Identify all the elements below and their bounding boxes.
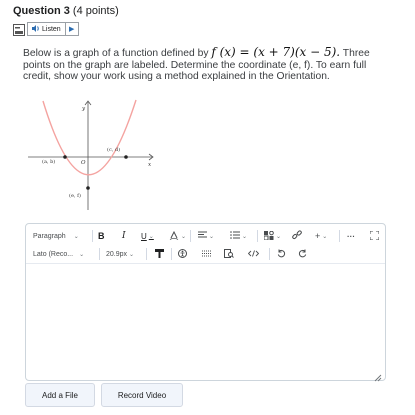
accessibility-checker-button[interactable] (178, 248, 187, 260)
insert-link-button[interactable] (292, 230, 302, 242)
align-left-icon (198, 231, 207, 241)
text-color-button[interactable]: ⌄ (169, 230, 187, 242)
listen-button[interactable]: Listen (28, 23, 66, 35)
bullet-list-icon (230, 231, 240, 241)
function-formula: f (x) = (x + 7)(x − 5). (211, 45, 341, 59)
emoji-button[interactable] (202, 250, 212, 259)
point-ef-label: (e, f) (69, 192, 81, 199)
toolbar-separator (339, 230, 340, 242)
underline-label: U (141, 231, 147, 241)
point-ef (86, 186, 90, 190)
add-file-label: Add a File (41, 390, 79, 400)
paragraph-format-label: Paragraph (33, 232, 66, 240)
toolbar-separator (257, 230, 258, 242)
speaker-icon (32, 24, 40, 34)
editor-toolbar-row-2: Lato (Reco... ⌄ 20.9px ⌄ (26, 245, 385, 263)
point-ab (63, 155, 67, 159)
font-family-label: Lato (Reco... (33, 250, 74, 258)
listen-label: Listen (42, 25, 61, 33)
play-button[interactable]: ▶ (66, 23, 78, 35)
point-ab-label: (a, b) (42, 158, 55, 165)
add-file-button[interactable]: Add a File (25, 383, 95, 407)
italic-button[interactable]: I (122, 231, 126, 241)
preview-icon (224, 248, 234, 260)
underline-button[interactable]: U ⌄ (141, 232, 154, 241)
parabola-curve (42, 99, 137, 176)
question-number: Question 3 (13, 5, 70, 17)
question-points: (4 points) (72, 5, 119, 17)
bold-button[interactable]: B (98, 231, 105, 241)
code-icon (247, 249, 260, 259)
toolbar-separator (92, 230, 93, 242)
toolbar-divider (26, 263, 385, 264)
prompt-intro: Below is a graph of a function defined b… (23, 48, 212, 59)
undo-icon (277, 249, 286, 260)
toolbar-separator (146, 248, 147, 260)
resize-handle-icon[interactable] (374, 369, 382, 382)
point-cd (124, 155, 128, 159)
play-icon: ▶ (68, 26, 75, 33)
question-prompt: Below is a graph of a function defined b… (23, 45, 393, 83)
add-label: + (315, 231, 321, 241)
editor-toolbar-row-1: Paragraph ⌄ B I U ⌄ ⌄ ⌄ ⌄ ⌄ + ⌄ ··· (26, 227, 385, 245)
y-axis-label: y (81, 106, 86, 112)
insert-stuff-icon (263, 230, 274, 242)
more-label: ··· (347, 231, 355, 241)
undo-button[interactable] (277, 249, 286, 260)
listen-toolbar: Listen ▶ (13, 22, 79, 36)
insert-stuff-button[interactable]: ⌄ (263, 230, 282, 242)
record-video-button[interactable]: Record Video (101, 383, 183, 407)
format-painter-button[interactable] (155, 248, 164, 260)
redo-icon (298, 249, 307, 260)
chevron-down-icon: ⌄ (322, 233, 328, 240)
preview-button[interactable] (224, 248, 234, 260)
source-code-button[interactable] (247, 249, 260, 259)
font-size-label: 20.9px (106, 250, 128, 258)
insert-button[interactable]: + ⌄ (315, 231, 327, 241)
chevron-down-icon: ⌄ (209, 233, 215, 240)
function-graph: y x O (c, d) (a, b) (e, f) (28, 99, 154, 210)
font-family-select[interactable]: Lato (Reco... ⌄ (33, 251, 84, 258)
fullscreen-button[interactable] (369, 230, 380, 242)
paint-format-icon (155, 248, 164, 260)
rich-text-editor: Paragraph ⌄ B I U ⌄ ⌄ ⌄ ⌄ ⌄ + ⌄ ··· Lato… (25, 223, 386, 382)
chevron-down-icon: ⌄ (276, 233, 282, 240)
editor-content-area[interactable] (32, 268, 379, 366)
chevron-down-icon: ⌄ (73, 233, 79, 240)
expand-icon (369, 230, 380, 242)
x-axis-label: x (148, 162, 152, 168)
italic-label: I (122, 231, 126, 241)
keyboard-icon (202, 250, 212, 259)
chevron-down-icon: ⌄ (242, 233, 248, 240)
link-icon (292, 230, 302, 242)
bold-label: B (98, 231, 105, 241)
list-button[interactable]: ⌄ (230, 231, 247, 241)
font-size-select[interactable]: 20.9px ⌄ (106, 251, 134, 258)
chevron-down-icon: ⌄ (148, 233, 154, 240)
origin-label: O (81, 160, 86, 166)
more-actions-button[interactable]: ··· (347, 232, 355, 241)
question-title: Question 3 (4 points) (13, 5, 119, 17)
readspeaker-icon (13, 23, 25, 36)
chevron-down-icon: ⌄ (79, 251, 85, 258)
align-button[interactable]: ⌄ (198, 231, 214, 241)
listen-control: Listen ▶ (27, 22, 79, 36)
toolbar-separator (190, 230, 191, 242)
point-cd-label: (c, d) (107, 146, 120, 153)
toolbar-separator (269, 248, 270, 260)
toolbar-separator (171, 248, 172, 260)
paragraph-format-select[interactable]: Paragraph ⌄ (33, 233, 79, 240)
text-color-icon (169, 230, 179, 242)
record-video-label: Record Video (117, 390, 167, 400)
redo-button[interactable] (298, 249, 307, 260)
chevron-down-icon: ⌄ (129, 251, 135, 258)
accessibility-icon (178, 248, 187, 260)
chevron-down-icon: ⌄ (181, 233, 187, 240)
toolbar-separator (99, 248, 100, 260)
